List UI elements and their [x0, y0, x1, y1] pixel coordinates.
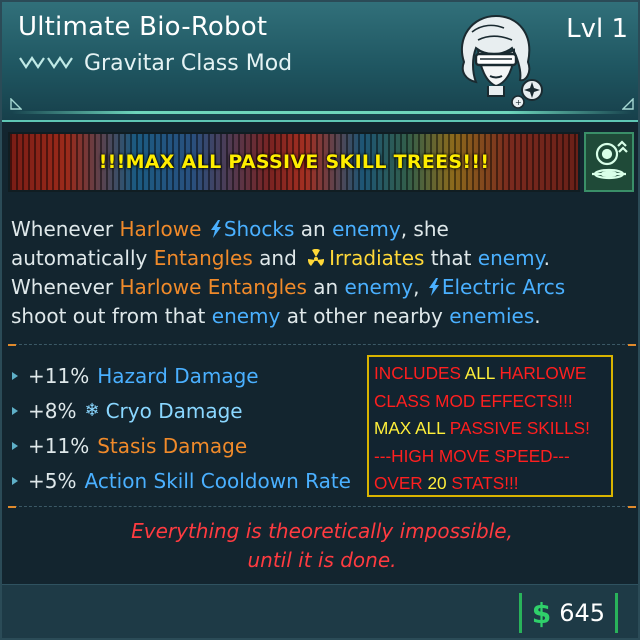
- keyword-enemy: enemy: [211, 304, 281, 328]
- promo-line: OVER 20 STATS!!!: [374, 473, 519, 493]
- stat-row: +5% Action Skill Cooldown Rate: [10, 463, 370, 498]
- description-line: shoot out from that enemy at other nearb…: [11, 304, 541, 328]
- keyword-enemies: enemies: [449, 304, 535, 328]
- bullet-arrow-icon: [12, 371, 18, 380]
- description-line: Whenever Harlowe Shocks an enemy, she: [11, 217, 449, 241]
- stat-row: +11% Stasis Damage: [10, 428, 370, 463]
- flavor-text: Everything is theoretically impossible, …: [2, 517, 638, 575]
- stat-row: +8% ❄ Cryo Damage: [10, 393, 370, 428]
- keyword-irradiates: Irradiates: [329, 246, 425, 270]
- keyword-harlowe: Harlowe: [119, 217, 202, 241]
- currency-icon: $: [531, 596, 552, 630]
- corner-mark-icon: [10, 98, 22, 110]
- description-line: automatically Entangles and Irradiates t…: [11, 246, 550, 270]
- price-box: $ 645: [518, 593, 618, 633]
- shock-icon: [210, 220, 221, 238]
- item-description: Whenever Harlowe Shocks an enemy, she au…: [11, 215, 631, 331]
- bullet-arrow-icon: [12, 406, 18, 415]
- keyword-electric-arcs: Electric Arcs: [441, 275, 566, 299]
- corner-mark-icon: [622, 98, 634, 110]
- bullet-arrow-icon: [12, 441, 18, 450]
- keyword-enemy: enemy: [477, 246, 544, 270]
- item-type: Gravitar Class Mod: [84, 50, 293, 76]
- description-line: Whenever Harlowe Entangles an enemy, Ele…: [11, 275, 566, 299]
- flavor-line: Everything is theoretically impossible,: [131, 519, 513, 543]
- promo-line: INCLUDES ALL HARLOWE: [374, 363, 587, 383]
- stat-list: +11% Hazard Damage +8% ❄ Cryo Damage +11…: [10, 358, 370, 498]
- stat-row: +11% Hazard Damage: [10, 358, 370, 393]
- keyword-shocks: Shocks: [223, 217, 295, 241]
- passive-banner: !!!MAX ALL PASSIVE SKILL TREES!!!: [8, 132, 580, 192]
- svg-text:+: +: [515, 98, 522, 107]
- section-divider: [8, 506, 636, 508]
- item-header: Ultimate Bio-Robot Lvl 1 Gravitar Class …: [2, 2, 638, 122]
- flavor-line: until it is done.: [247, 548, 397, 572]
- item-card: Ultimate Bio-Robot Lvl 1 Gravitar Class …: [0, 0, 640, 640]
- keyword-enemy: enemy: [332, 217, 401, 241]
- stat-label: Hazard Damage: [97, 363, 259, 388]
- shock-icon: [428, 278, 439, 296]
- promo-line: MAX ALL PASSIVE SKILLS!: [374, 418, 590, 438]
- harlowe-portrait-icon: +: [461, 14, 543, 109]
- stat-label: Action Skill Cooldown Rate: [84, 468, 351, 493]
- stat-label: Stasis Damage: [97, 433, 248, 458]
- stat-label: Cryo Damage: [105, 398, 243, 423]
- item-level: Lvl 1: [566, 14, 628, 44]
- skill-icon-box: [584, 132, 634, 192]
- keyword-enemy: enemy: [344, 275, 414, 299]
- keyword-entangles: Entangles: [153, 246, 253, 270]
- banner-text: !!!MAX ALL PASSIVE SKILL TREES!!!: [98, 151, 490, 173]
- promo-box: INCLUDES ALL HARLOWE CLASS MOD EFFECTS!!…: [367, 355, 613, 497]
- keyword-harlowe-entangles: Harlowe Entangles: [119, 275, 307, 299]
- snowflake-icon: ❄: [84, 400, 100, 421]
- promo-line: CLASS MOD EFFECTS!!!: [374, 390, 573, 411]
- bullet-arrow-icon: [12, 476, 18, 485]
- chevrons-icon: [19, 56, 73, 69]
- item-subtitle: Gravitar Class Mod: [18, 49, 292, 77]
- item-name: Ultimate Bio-Robot: [18, 12, 268, 42]
- radiation-icon: [308, 249, 325, 266]
- promo-line: ---HIGH MOVE SPEED---: [374, 445, 570, 466]
- item-price: 645: [559, 599, 605, 627]
- item-footer: $ 645: [2, 584, 638, 638]
- section-divider: [8, 344, 636, 346]
- gravitar-skill-icon: [592, 140, 628, 180]
